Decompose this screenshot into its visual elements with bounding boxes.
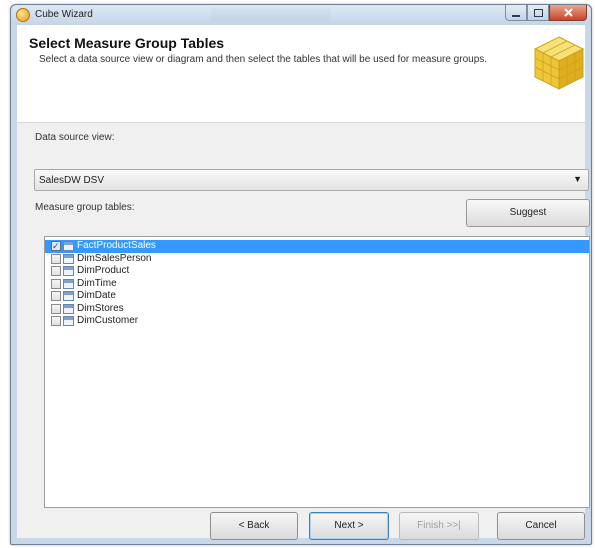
maximize-icon (533, 8, 543, 17)
table-checkbox[interactable] (51, 253, 61, 264)
table-name: DimCustomer (77, 315, 139, 326)
table-icon (63, 291, 74, 301)
table-name: FactProductSales (77, 240, 156, 251)
table-icon (63, 278, 74, 289)
table-icon (63, 253, 74, 264)
maximize-button[interactable] (527, 5, 549, 21)
table-row[interactable]: DimStores (45, 303, 589, 316)
minimize-icon (512, 14, 520, 17)
table-icon (63, 303, 74, 314)
title-bar[interactable]: Cube Wizard (11, 5, 591, 25)
cancel-button[interactable]: Cancel (497, 512, 585, 540)
data-source-view-value: SalesDW DSV (39, 175, 105, 186)
close-button[interactable] (549, 5, 587, 21)
table-icon (63, 241, 74, 251)
wizard-header: Select Measure Group Tables Select a dat… (17, 25, 585, 123)
dialog-client-area: Select Measure Group Tables Select a dat… (17, 25, 590, 540)
table-name: DimDate (77, 290, 116, 301)
table-name: DimStores (77, 302, 124, 314)
page-title: Select Measure Group Tables (29, 35, 225, 51)
back-button[interactable]: < Back (210, 512, 298, 540)
close-icon (563, 8, 573, 17)
cube-wizard-window: Cube Wizard Select Measure Group Tables … (10, 4, 592, 545)
table-row[interactable]: DimDate (45, 290, 589, 303)
background-tab-ghost (211, 8, 331, 22)
table-name: DimSalesPerson (77, 252, 152, 264)
page-description: Select a data source view or diagram and… (39, 54, 488, 65)
table-checkbox[interactable] (51, 316, 61, 326)
table-row[interactable]: ✓ FactProductSales (45, 240, 589, 253)
finish-button[interactable]: Finish >>| (399, 512, 479, 540)
table-name: DimTime (77, 277, 117, 289)
dropdown-arrow-icon: ▼ (573, 174, 582, 184)
table-icon (63, 266, 74, 276)
table-checkbox[interactable] (51, 303, 61, 314)
table-row[interactable]: DimCustomer (45, 315, 589, 328)
table-name: DimProduct (77, 265, 130, 276)
window-controls (505, 5, 587, 21)
data-source-view-label: Data source view: (35, 132, 115, 143)
table-icon (63, 316, 74, 326)
window-title: Cube Wizard (35, 9, 93, 20)
measure-group-tables-list[interactable]: ✓ FactProductSales DimSalesPerson DimProduc… (44, 236, 590, 508)
table-row[interactable]: DimSalesPerson (45, 253, 589, 266)
minimize-button[interactable] (505, 5, 527, 21)
table-row[interactable]: DimTime (45, 278, 589, 291)
table-checkbox[interactable] (51, 291, 61, 301)
table-checkbox[interactable] (51, 278, 61, 289)
cube-wizard-app-icon (16, 8, 30, 22)
table-row[interactable]: DimProduct (45, 265, 589, 278)
next-button[interactable]: Next > (309, 512, 389, 540)
table-checkbox[interactable]: ✓ (51, 241, 61, 251)
measure-group-tables-label: Measure group tables: (35, 202, 135, 213)
suggest-button[interactable]: Suggest (466, 199, 590, 227)
table-checkbox[interactable] (51, 266, 61, 276)
data-source-view-dropdown[interactable]: SalesDW DSV ▼ (34, 169, 589, 191)
checkmark-icon: ✓ (52, 241, 60, 251)
cube-logo-icon (533, 36, 585, 90)
